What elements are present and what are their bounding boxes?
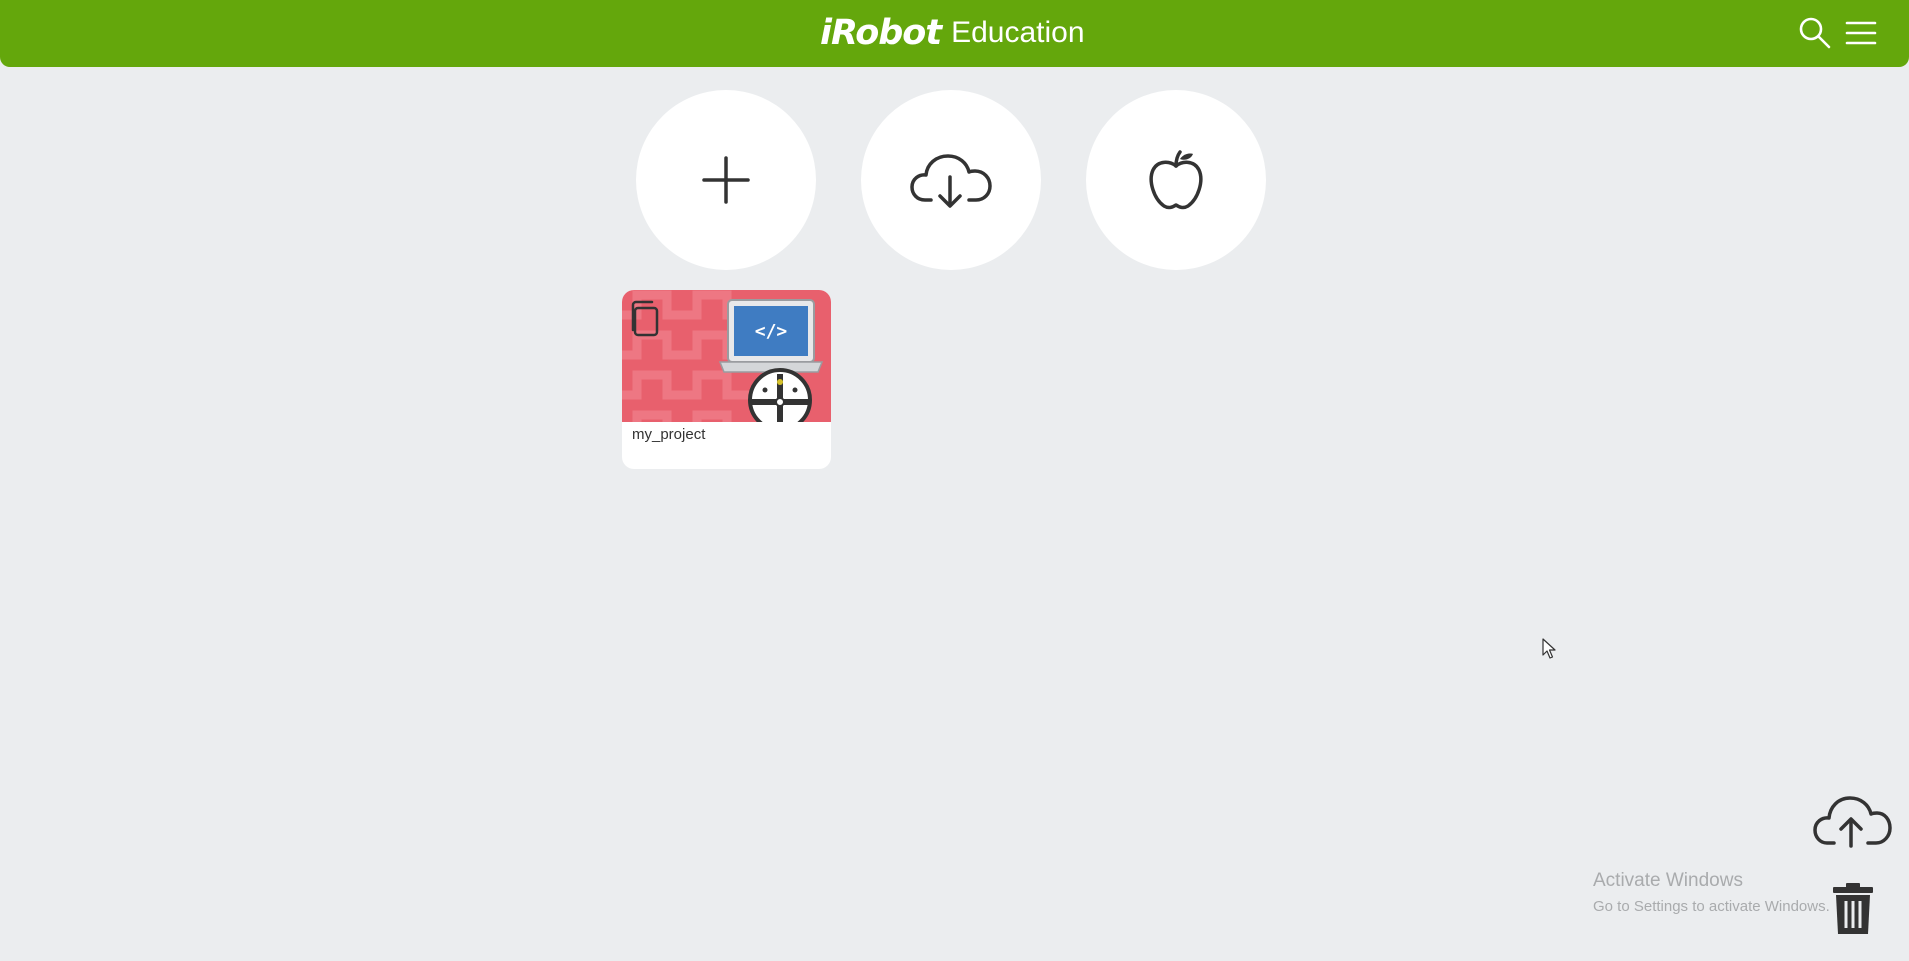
brand-name: iRobot — [820, 13, 942, 53]
trash-button[interactable] — [1831, 882, 1875, 941]
apple-icon — [1149, 150, 1203, 210]
mouse-cursor-icon — [1542, 638, 1556, 659]
app-root: iRobot Education </> my_project Activate… — [0, 0, 1909, 961]
project-title: my_project — [632, 426, 706, 443]
svg-text:</>: </> — [755, 321, 788, 342]
cloud-upload-button[interactable] — [1812, 793, 1892, 854]
watermark-subtitle: Go to Settings to activate Windows. — [1593, 898, 1830, 915]
laptop-code-icon: </> — [718, 299, 824, 373]
robot-icon — [748, 368, 812, 422]
product-name: Education — [951, 16, 1085, 49]
project-card[interactable]: </> my_project — [622, 290, 831, 469]
activate-windows-watermark: Activate Windows Go to Settings to activ… — [1593, 870, 1830, 915]
brand-logo: iRobot Education — [820, 10, 1085, 56]
import-from-cloud-button[interactable] — [861, 90, 1041, 270]
cloud-upload-icon — [1813, 796, 1892, 848]
lessons-button[interactable] — [1086, 90, 1266, 270]
new-project-button[interactable] — [636, 90, 816, 270]
search-icon[interactable] — [1796, 14, 1834, 52]
cloud-download-icon — [910, 154, 992, 208]
top-header: iRobot Education — [0, 0, 1909, 67]
project-thumbnail: </> — [622, 290, 831, 422]
trash-icon — [1833, 883, 1873, 934]
watermark-title: Activate Windows — [1593, 870, 1743, 891]
plus-icon — [702, 156, 750, 204]
menu-icon[interactable] — [1842, 14, 1880, 52]
